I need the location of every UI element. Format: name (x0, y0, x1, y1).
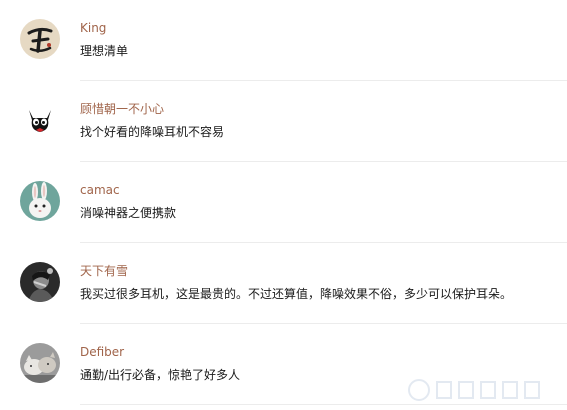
comment-username[interactable]: Defiber (80, 344, 124, 360)
comment-username[interactable]: 天下有雪 (80, 263, 128, 279)
white-rabbit-avatar[interactable] (20, 181, 60, 221)
divider (80, 404, 567, 405)
comment-text: 通勤/出行必备，惊艳了好多人 (80, 368, 241, 382)
black-cat-avatar[interactable] (20, 100, 60, 140)
comment-item: 顾惜朝一不小心 找个好看的降噪耳机不容易 (0, 81, 567, 162)
comment-item: camac 消噪神器之便携款 (0, 162, 567, 243)
comment-item: 天下有雪 我买过很多耳机，这是最贵的。不过还算值，降噪效果不俗，多少可以保护耳朵… (0, 243, 567, 324)
comment-text: 消噪神器之便携款 (80, 206, 177, 220)
cat-photo-avatar[interactable] (20, 343, 60, 383)
comment-username[interactable]: 顾惜朝一不小心 (80, 101, 164, 117)
dark-portrait-avatar[interactable] (20, 262, 60, 302)
watermark-logo-icon (408, 379, 540, 401)
comment-item: King 理想清单 (0, 0, 567, 81)
comment-username[interactable]: King (80, 20, 106, 36)
comment-text: 我买过很多耳机，这是最贵的。不过还算值，降噪效果不俗，多少可以保护耳朵。 (80, 287, 513, 301)
comment-username[interactable]: camac (80, 182, 120, 198)
comment-list: King 理想清单 顾惜朝一不小心 找个好看的降噪耳机不容易 camac 消噪神… (0, 0, 567, 410)
calligraphy-avatar[interactable] (20, 19, 60, 59)
comment-text: 找个好看的降噪耳机不容易 (80, 125, 225, 139)
comment-text: 理想清单 (80, 44, 129, 58)
